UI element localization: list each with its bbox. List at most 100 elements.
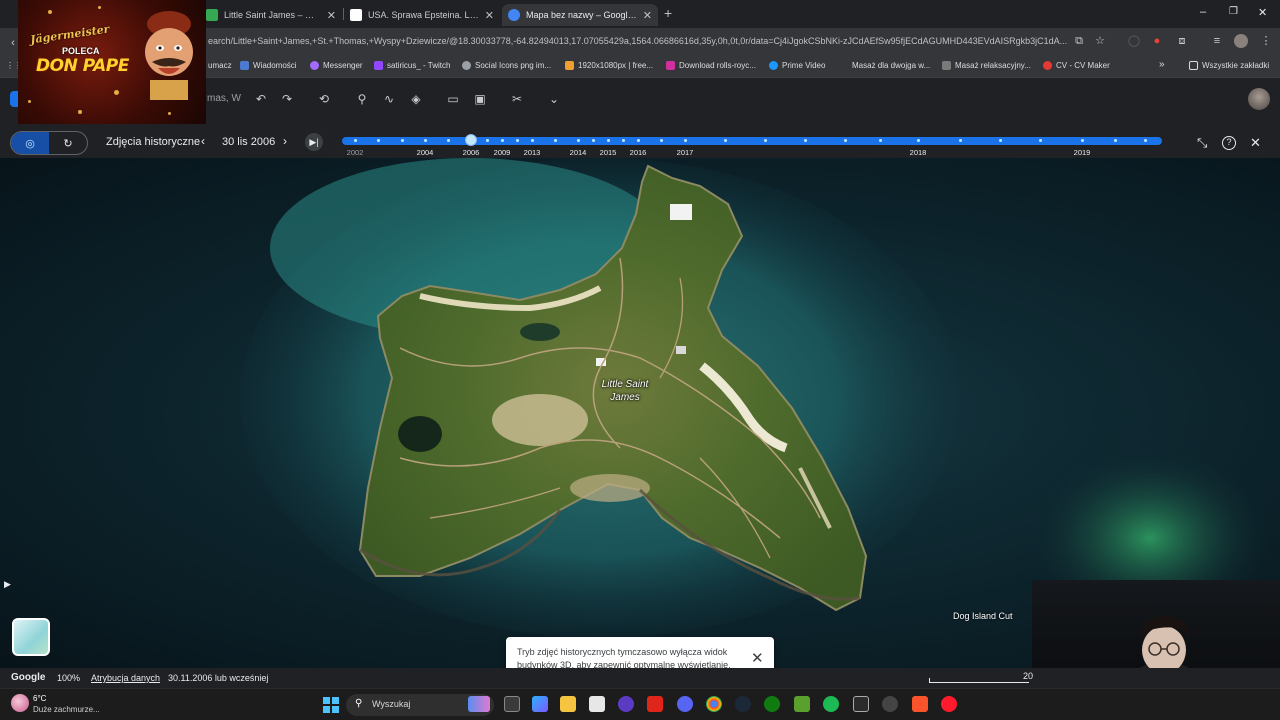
steam-icon[interactable] <box>735 696 751 712</box>
previous-date-icon[interactable]: ‹ <box>201 134 205 148</box>
bookmark-cv-maker[interactable]: CV - CV Maker <box>1043 61 1110 70</box>
bookmark-twitch[interactable]: satiricus_ - Twitch <box>374 61 450 70</box>
measure-ruler-icon[interactable]: ▭ <box>444 90 462 108</box>
install-app-icon[interactable]: ⧉ <box>1072 34 1086 48</box>
timeline-date-marker[interactable] <box>607 139 610 142</box>
record-icon[interactable]: ● <box>1150 34 1164 48</box>
bookmark-star-icon[interactable]: ☆ <box>1093 34 1107 48</box>
timeline-date-marker[interactable] <box>959 139 962 142</box>
timeline-slider[interactable] <box>342 134 1162 146</box>
timeline-date-marker[interactable] <box>447 139 450 142</box>
timeline-date-marker[interactable] <box>377 139 380 142</box>
bookmark-masaz-relaks[interactable]: Masaż relaksacyjny... <box>942 61 1031 70</box>
bookmark-wallpaper[interactable]: 1920x1080px | free... <box>565 61 653 70</box>
timeline-date-marker[interactable] <box>401 139 404 142</box>
current-mode-icon[interactable]: ↻ <box>49 132 87 154</box>
widget-icon[interactable] <box>468 696 490 712</box>
minecraft-icon[interactable] <box>794 696 810 712</box>
bookmark-wiadomosci[interactable]: Wiadomości <box>240 61 297 70</box>
timeline-date-marker[interactable] <box>724 139 727 142</box>
settings-gear-icon[interactable] <box>882 696 898 712</box>
tab-usa-epstein[interactable]: USA. Sprawa Epsteina. Lista naz ✕ <box>344 4 500 26</box>
weather-temperature[interactable]: 6°C <box>33 694 46 703</box>
profile-icon[interactable] <box>1234 34 1248 48</box>
discord-icon[interactable] <box>677 696 693 712</box>
app-controller-icon[interactable] <box>853 696 869 712</box>
timeline-date-marker[interactable] <box>424 139 427 142</box>
close-tab-icon[interactable]: ✕ <box>485 9 494 22</box>
data-attribution-link[interactable]: Atrybucja danych <box>91 673 160 683</box>
timeline-date-marker[interactable] <box>1114 139 1117 142</box>
copilot-icon[interactable] <box>532 696 548 712</box>
timeline-date-marker[interactable] <box>684 139 687 142</box>
close-window-icon[interactable]: ✕ <box>1258 6 1267 19</box>
tab-little-saint-james[interactable]: Little Saint James – Mapy Goog ✕ <box>200 4 342 26</box>
menu-kebab-icon[interactable]: ⋮ <box>1259 34 1273 48</box>
historical-imagery-icon[interactable]: ⟲ <box>315 90 333 108</box>
undo-icon[interactable]: ↶ <box>252 90 270 108</box>
timeline-date-marker[interactable] <box>999 139 1002 142</box>
timeline-date-marker[interactable] <box>637 139 640 142</box>
timeline-date-marker[interactable] <box>1039 139 1042 142</box>
windows-start-icon[interactable] <box>323 697 339 713</box>
timeline-date-marker[interactable] <box>879 139 882 142</box>
file-explorer-icon[interactable] <box>560 696 576 712</box>
maximize-icon[interactable]: ❐ <box>1229 6 1238 17</box>
imagery-mode-toggle[interactable]: ◎ ↻ <box>10 131 88 155</box>
weather-icon[interactable] <box>11 694 29 712</box>
map-layer-thumbnail[interactable] <box>12 618 50 656</box>
avatar[interactable] <box>1248 88 1270 110</box>
extensions-puzzle-icon[interactable]: ⧈ <box>1175 34 1189 48</box>
earth-menu-tab[interactable] <box>10 91 18 107</box>
placemark-pin-icon[interactable]: ⚲ <box>353 90 371 108</box>
next-date-icon[interactable]: › <box>283 134 287 148</box>
historical-mode-icon[interactable]: ◎ <box>11 132 49 154</box>
timeline-date-marker[interactable] <box>577 139 580 142</box>
timeline-date-marker[interactable] <box>531 139 534 142</box>
minimize-icon[interactable]: – <box>1200 6 1206 18</box>
timeline-date-marker[interactable] <box>501 139 504 142</box>
chevron-down-icon[interactable]: ⌄ <box>545 90 563 108</box>
timeline-date-marker[interactable] <box>486 139 489 142</box>
timeline-date-marker[interactable] <box>554 139 557 142</box>
screenshot-icon[interactable]: ▣ <box>471 90 489 108</box>
all-bookmarks-folder[interactable]: Wszystkie zakładki <box>1189 61 1269 70</box>
tools-icon[interactable]: ✂ <box>508 90 526 108</box>
close-notification-icon[interactable]: ✕ <box>751 649 764 667</box>
bookmark-tlumacz[interactable]: umacz <box>208 61 232 70</box>
bookmark-prime-video[interactable]: Prime Video <box>769 61 825 70</box>
timeline-knob[interactable] <box>465 134 477 146</box>
timeline-date-marker[interactable] <box>592 139 595 142</box>
latest-date-icon[interactable]: ▶| <box>305 133 323 151</box>
bookmark-rolls-royce[interactable]: Download rolls-royc... <box>666 61 756 70</box>
app-purple-icon[interactable] <box>618 696 634 712</box>
timeline-date-marker[interactable] <box>804 139 807 142</box>
brave-icon[interactable] <box>912 696 928 712</box>
expand-panel-icon[interactable]: ▶ <box>4 579 11 590</box>
xbox-icon[interactable] <box>764 696 780 712</box>
extension-icon[interactable]: ◯ <box>1127 34 1141 48</box>
timeline-date-marker[interactable] <box>516 139 519 142</box>
weather-description[interactable]: Duże zachmurze... <box>33 705 100 714</box>
timeline-date-marker[interactable] <box>660 139 663 142</box>
draw-path-icon[interactable]: ∿ <box>380 90 398 108</box>
timeline-date-marker[interactable] <box>764 139 767 142</box>
timeline-date-marker[interactable] <box>917 139 920 142</box>
spotify-icon[interactable] <box>823 696 839 712</box>
search-input[interactable]: mas, W <box>207 93 241 104</box>
redo-icon[interactable]: ↷ <box>278 90 296 108</box>
url-field[interactable]: earch/Little+Saint+James,+St.+Thomas,+Wy… <box>208 36 1068 46</box>
bookmark-masaz-dwojga[interactable]: Masaż dla dwojga w... <box>852 61 930 70</box>
timeline-date-marker[interactable] <box>1081 139 1084 142</box>
bookmark-social-icons[interactable]: Social Icons png im... <box>462 61 551 70</box>
store-icon[interactable] <box>589 696 605 712</box>
close-tab-icon[interactable]: ✕ <box>327 9 336 22</box>
layers-icon[interactable]: ◈ <box>407 90 425 108</box>
bookmark-messenger[interactable]: Messenger <box>310 61 363 70</box>
opera-icon[interactable] <box>941 696 957 712</box>
help-icon[interactable]: ? <box>1222 136 1236 150</box>
close-historical-icon[interactable]: ✕ <box>1250 135 1261 151</box>
timeline-date-marker[interactable] <box>354 139 357 142</box>
new-tab-plus-icon[interactable]: + <box>664 5 672 21</box>
app-l-icon[interactable] <box>647 696 663 712</box>
